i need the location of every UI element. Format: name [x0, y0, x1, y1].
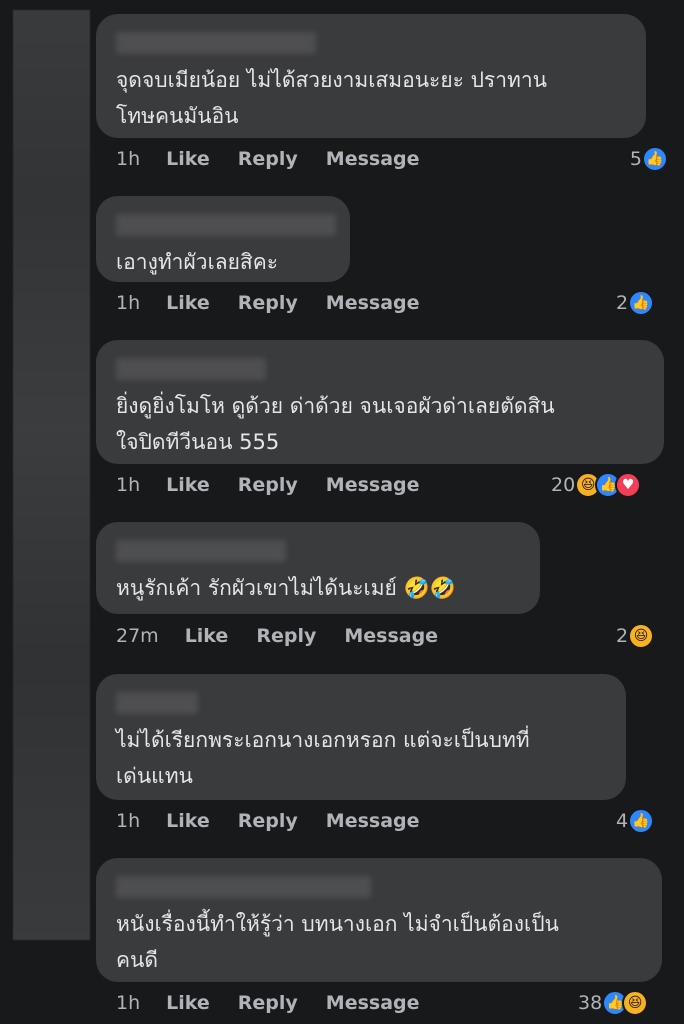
- reply-button[interactable]: Reply: [238, 992, 298, 1014]
- comment-text: ไม่ได้เรียกพระเอกนางเอกหรอก แต่จะเป็นบทท…: [116, 728, 530, 788]
- comment-item: ไม่ได้เรียกพระเอกนางเอกหรอก แต่จะเป็นบทท…: [96, 674, 655, 834]
- comment-text: เอางูทำผัวเลยสิคะ: [116, 250, 279, 274]
- reply-button[interactable]: Reply: [256, 625, 316, 647]
- comment-time[interactable]: 1h: [116, 474, 140, 496]
- comment-text: หนังเรื่องนี้ทำให้รู้ว่า บทนางเอก ไม่จำเ…: [116, 912, 559, 972]
- blurred-avatar-column: [13, 10, 90, 940]
- comment-bubble: ไม่ได้เรียกพระเอกนางเอกหรอก แต่จะเป็นบทท…: [96, 674, 626, 800]
- like-button[interactable]: Like: [166, 992, 210, 1014]
- message-button[interactable]: Message: [326, 148, 420, 170]
- comment-time[interactable]: 27m: [116, 625, 159, 647]
- blurred-author-name[interactable]: [116, 32, 316, 54]
- reaction-count: 38: [578, 992, 603, 1014]
- message-button[interactable]: Message: [326, 292, 420, 314]
- blurred-author-name[interactable]: [116, 358, 266, 380]
- comment-bubble: หนังเรื่องนี้ทำให้รู้ว่า บทนางเอก ไม่จำเ…: [96, 858, 662, 982]
- comment-bubble: จุดจบเมียน้อย ไม่ได้สวยงามเสมอนะยะ ปราทา…: [96, 14, 646, 138]
- like-icon: 👍: [628, 290, 655, 316]
- comment-actions: 1h Like Reply Message: [116, 288, 448, 318]
- comment-actions: 1h Like Reply Message: [116, 470, 448, 500]
- reaction-summary[interactable]: 2 👍: [616, 288, 655, 318]
- reply-button[interactable]: Reply: [238, 148, 298, 170]
- comment-text: ยิ่งดูยิ่งโมโห ดูด้วย ด่าด้วย จนเจอผัวด่…: [116, 394, 555, 454]
- comment-time[interactable]: 1h: [116, 992, 140, 1014]
- haha-icon: 😆: [622, 990, 649, 1016]
- reaction-summary[interactable]: 20 😆 👍 ♥: [551, 470, 642, 500]
- like-button[interactable]: Like: [166, 474, 210, 496]
- comment-item: หนูรักเค้า รักผัวเขาไม่ได้นะเมย์ 🤣🤣 27m …: [96, 522, 655, 649]
- like-icon: 👍: [628, 808, 655, 834]
- reaction-count: 2: [616, 625, 629, 647]
- comment-bubble: ยิ่งดูยิ่งโมโห ดูด้วย ด่าด้วย จนเจอผัวด่…: [96, 340, 664, 464]
- comment-bubble: เอางูทำผัวเลยสิคะ: [96, 196, 350, 282]
- comment-actions: 1h Like Reply Message: [116, 144, 448, 174]
- reply-button[interactable]: Reply: [238, 810, 298, 832]
- reaction-count: 2: [616, 292, 629, 314]
- comment-actions: 1h Like Reply Message: [116, 988, 448, 1018]
- reaction-summary[interactable]: 5 👍: [630, 144, 668, 174]
- like-button[interactable]: Like: [166, 292, 210, 314]
- blurred-author-name[interactable]: [116, 692, 198, 714]
- comment-item: หนังเรื่องนี้ทำให้รู้ว่า บทนางเอก ไม่จำเ…: [96, 858, 662, 1016]
- reply-button[interactable]: Reply: [238, 474, 298, 496]
- comment-time[interactable]: 1h: [116, 292, 140, 314]
- comment-text: หนูรักเค้า รักผัวเขาไม่ได้นะเมย์ 🤣🤣: [116, 576, 456, 600]
- reaction-count: 4: [616, 810, 629, 832]
- comment-item: จุดจบเมียน้อย ไม่ได้สวยงามเสมอนะยะ ปราทา…: [96, 14, 668, 172]
- blurred-author-name[interactable]: [116, 540, 286, 562]
- message-button[interactable]: Message: [326, 474, 420, 496]
- haha-icon: 😆: [628, 623, 655, 649]
- comment-item: ยิ่งดูยิ่งโมโห ดูด้วย ด่าด้วย จนเจอผัวด่…: [96, 340, 664, 498]
- blurred-author-name[interactable]: [116, 214, 336, 236]
- blurred-author-name[interactable]: [116, 876, 371, 898]
- comment-text: จุดจบเมียน้อย ไม่ได้สวยงามเสมอนะยะ ปราทา…: [116, 68, 547, 128]
- love-icon: ♥: [615, 472, 642, 498]
- like-button[interactable]: Like: [166, 148, 210, 170]
- comment-time[interactable]: 1h: [116, 148, 140, 170]
- reaction-summary[interactable]: 2 😆: [616, 621, 655, 651]
- comment-item: เอางูทำผัวเลยสิคะ 1h Like Reply Message …: [96, 196, 655, 316]
- like-icon: 👍: [642, 146, 668, 172]
- reaction-count: 20: [551, 474, 576, 496]
- comment-actions: 27m Like Reply Message: [116, 621, 466, 651]
- like-button[interactable]: Like: [166, 810, 210, 832]
- like-button[interactable]: Like: [185, 625, 229, 647]
- reaction-summary[interactable]: 38 👍 😆: [578, 988, 649, 1018]
- message-button[interactable]: Message: [344, 625, 438, 647]
- reply-button[interactable]: Reply: [238, 292, 298, 314]
- comment-actions: 1h Like Reply Message: [116, 806, 448, 836]
- comment-bubble: หนูรักเค้า รักผัวเขาไม่ได้นะเมย์ 🤣🤣: [96, 522, 540, 614]
- message-button[interactable]: Message: [326, 992, 420, 1014]
- message-button[interactable]: Message: [326, 810, 420, 832]
- reaction-summary[interactable]: 4 👍: [616, 806, 655, 836]
- comment-time[interactable]: 1h: [116, 810, 140, 832]
- reaction-count: 5: [629, 148, 642, 170]
